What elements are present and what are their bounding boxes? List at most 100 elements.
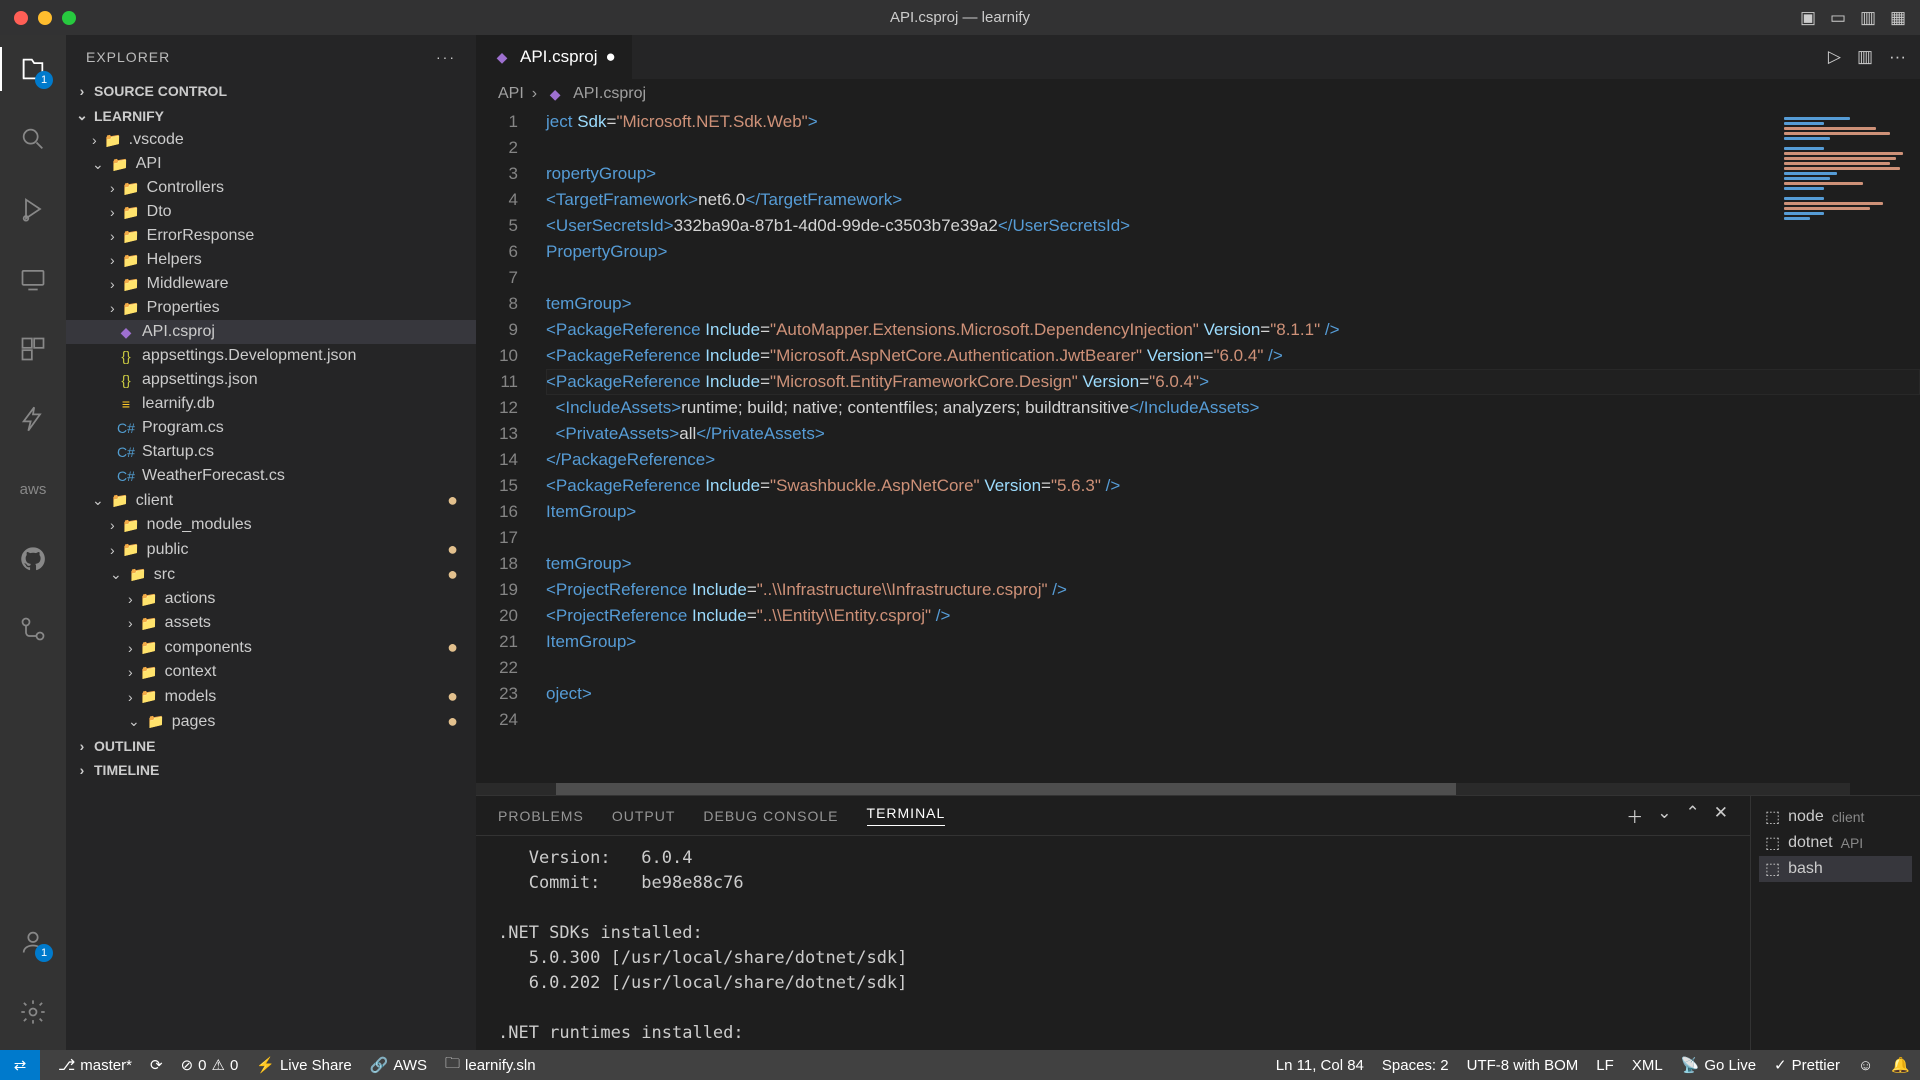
tree-item-label: client: [136, 492, 173, 510]
explorer-tab-icon[interactable]: 1: [11, 47, 55, 91]
section-source-control[interactable]: ›SOURCE CONTROL: [66, 79, 476, 103]
folder-icon: 📁: [121, 298, 141, 318]
indentation[interactable]: Spaces: 2: [1382, 1057, 1449, 1074]
tree-item[interactable]: ⌄📁client●: [66, 488, 476, 513]
notifications-icon[interactable]: 🔔: [1891, 1056, 1910, 1074]
go-live-button[interactable]: 📡Go Live: [1681, 1056, 1756, 1074]
tree-item[interactable]: ›📁public●: [66, 537, 476, 562]
tree-item[interactable]: ›📁Controllers: [66, 176, 476, 200]
tree-item[interactable]: ⌄📁src●: [66, 562, 476, 587]
file-icon: C#: [116, 442, 136, 462]
tree-item-label: appsettings.Development.json: [142, 347, 356, 365]
section-timeline[interactable]: ›TIMELINE: [66, 758, 476, 782]
solution-button[interactable]: 🗀learnify.sln: [445, 1053, 536, 1078]
minimap[interactable]: [1780, 109, 1920, 783]
run-debug-tab-icon[interactable]: [11, 187, 55, 231]
accounts-icon[interactable]: 1: [11, 920, 55, 964]
feedback-icon[interactable]: ☺: [1858, 1057, 1873, 1074]
remote-button[interactable]: ⇄: [0, 1050, 40, 1080]
terminal-dropdown-icon[interactable]: ⌄: [1657, 803, 1671, 828]
explorer-more-icon[interactable]: ···: [436, 49, 456, 65]
chevron-icon: ›: [128, 664, 133, 680]
tree-item[interactable]: ›📁assets: [66, 611, 476, 635]
folder-icon: 📁: [121, 540, 141, 560]
tree-item[interactable]: {}appsettings.json: [66, 368, 476, 392]
close-panel-icon[interactable]: ✕: [1714, 803, 1728, 828]
tab-terminal[interactable]: TERMINAL: [867, 805, 946, 826]
tree-item[interactable]: C#WeatherForecast.cs: [66, 464, 476, 488]
tree-item-label: Dto: [147, 203, 172, 221]
tree-item[interactable]: ›📁.vscode: [66, 128, 476, 152]
split-editor-icon[interactable]: ▥: [1857, 47, 1873, 67]
aws-tab-icon[interactable]: aws: [11, 467, 55, 511]
tab-problems[interactable]: PROBLEMS: [498, 808, 584, 824]
tree-item[interactable]: {}appsettings.Development.json: [66, 344, 476, 368]
section-outline[interactable]: ›OUTLINE: [66, 734, 476, 758]
aws-button[interactable]: 🔗AWS: [370, 1056, 427, 1074]
layout-panel-icon[interactable]: ▭: [1826, 6, 1850, 30]
new-terminal-icon[interactable]: ＋: [1626, 803, 1643, 828]
tree-item[interactable]: ⌄📁API: [66, 152, 476, 176]
modified-dot: ●: [447, 539, 458, 560]
tree-item[interactable]: ›📁components●: [66, 635, 476, 660]
maximize-panel-icon[interactable]: ⌃: [1686, 803, 1700, 828]
code-editor[interactable]: 123456789101112131415161718192021222324 …: [476, 109, 1920, 783]
language-mode[interactable]: XML: [1632, 1057, 1663, 1074]
window-title: API.csproj — learnify: [890, 9, 1030, 26]
tree-item[interactable]: ◆API.csproj: [66, 320, 476, 344]
errors-warnings[interactable]: ⊘0 ⚠0: [181, 1056, 239, 1074]
terminal-list-item[interactable]: ⬚bash: [1759, 856, 1912, 882]
search-tab-icon[interactable]: [11, 117, 55, 161]
cursor-position[interactable]: Ln 11, Col 84: [1276, 1057, 1364, 1074]
tree-item[interactable]: ›📁context: [66, 660, 476, 684]
run-icon[interactable]: ▷: [1828, 47, 1841, 67]
tree-item-label: assets: [165, 614, 211, 632]
tree-item[interactable]: ›📁Middleware: [66, 272, 476, 296]
prettier-button[interactable]: ✓Prettier: [1774, 1056, 1840, 1074]
folder-icon: 📁: [128, 565, 148, 585]
github-tab-icon[interactable]: [11, 537, 55, 581]
tree-item[interactable]: ⌄📁pages●: [66, 709, 476, 734]
tree-item-label: Startup.cs: [142, 443, 214, 461]
tree-item[interactable]: ›📁node_modules: [66, 513, 476, 537]
tree-item[interactable]: ›📁actions: [66, 587, 476, 611]
git-branch[interactable]: ⎇master*: [58, 1056, 132, 1074]
encoding[interactable]: UTF-8 with BOM: [1467, 1057, 1579, 1074]
thunder-client-tab-icon[interactable]: [11, 397, 55, 441]
tree-item[interactable]: C# Startup.cs: [66, 440, 476, 464]
layout-sidebar-right-icon[interactable]: ▥: [1856, 6, 1880, 30]
tree-item[interactable]: ›📁models●: [66, 684, 476, 709]
tree-item[interactable]: ›📁Dto: [66, 200, 476, 224]
minimize-window-button[interactable]: [38, 11, 52, 25]
terminal-list-item[interactable]: ⬚node client: [1759, 804, 1912, 830]
section-workspace[interactable]: ⌄LEARNIFY: [66, 103, 476, 128]
tree-item[interactable]: ›📁Properties: [66, 296, 476, 320]
layout-sidebar-left-icon[interactable]: ▣: [1796, 6, 1820, 30]
terminal-list-item[interactable]: ⬚dotnet API: [1759, 830, 1912, 856]
tree-item-label: Program.cs: [142, 419, 224, 437]
folder-icon: 📁: [139, 613, 159, 633]
file-icon: {}: [116, 370, 136, 390]
tree-item[interactable]: ≡learnify.db: [66, 392, 476, 416]
editor-tab[interactable]: ◆ API.csproj ●: [476, 35, 633, 79]
tree-item[interactable]: ›📁ErrorResponse: [66, 224, 476, 248]
eol[interactable]: LF: [1596, 1057, 1614, 1074]
horizontal-scrollbar[interactable]: [476, 783, 1850, 795]
remote-explorer-tab-icon[interactable]: [11, 257, 55, 301]
tree-item-label: .vscode: [129, 131, 184, 149]
settings-icon[interactable]: [11, 990, 55, 1034]
layout-customize-icon[interactable]: ▦: [1886, 6, 1910, 30]
maximize-window-button[interactable]: [62, 11, 76, 25]
tab-output[interactable]: OUTPUT: [612, 808, 676, 824]
gitlens-tab-icon[interactable]: [11, 607, 55, 651]
tree-item[interactable]: C#Program.cs: [66, 416, 476, 440]
breadcrumb[interactable]: API › ◆ API.csproj: [476, 79, 1920, 109]
more-actions-icon[interactable]: ···: [1889, 47, 1906, 67]
extensions-tab-icon[interactable]: [11, 327, 55, 371]
live-share-button[interactable]: ⚡Live Share: [256, 1056, 351, 1074]
terminal-output[interactable]: Version: 6.0.4 Commit: be98e88c76 .NET S…: [476, 836, 1750, 1050]
sync-button[interactable]: ⟳: [150, 1056, 163, 1074]
tab-debug-console[interactable]: DEBUG CONSOLE: [703, 808, 838, 824]
close-window-button[interactable]: [14, 11, 28, 25]
tree-item[interactable]: ›📁Helpers: [66, 248, 476, 272]
